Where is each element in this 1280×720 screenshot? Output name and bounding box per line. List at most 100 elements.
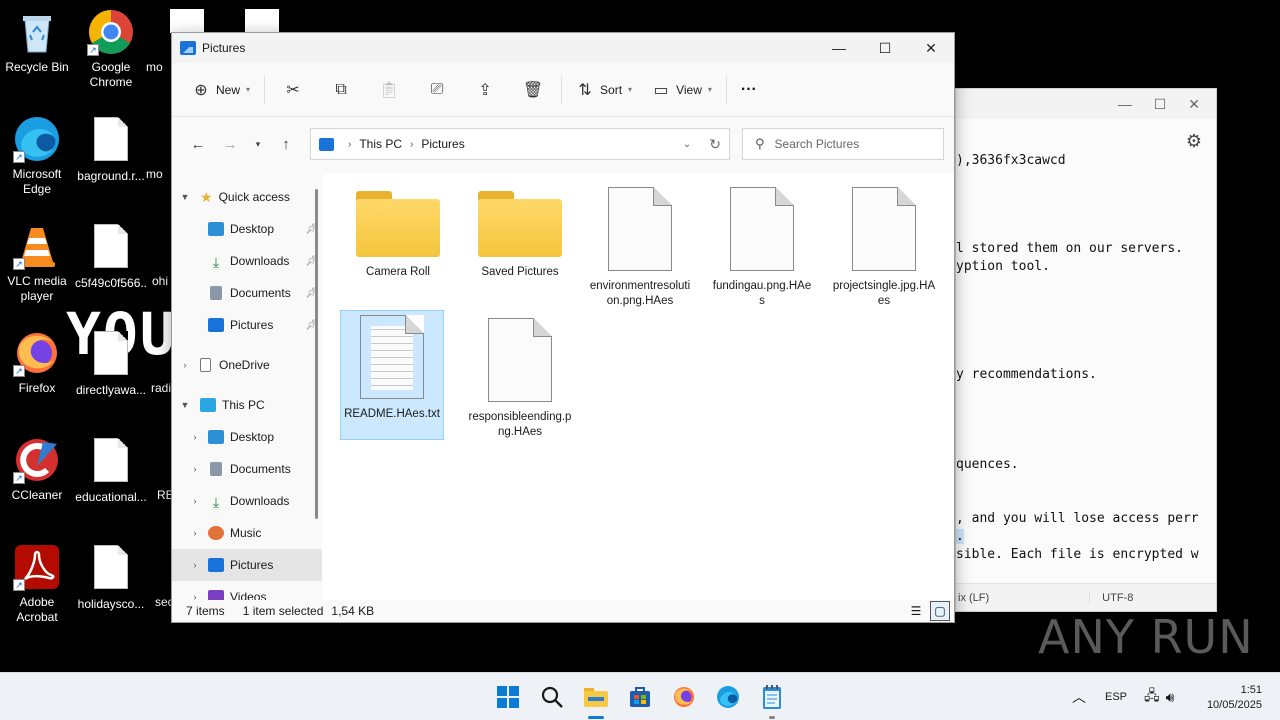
share-button[interactable]: ⇪: [461, 74, 509, 106]
desktop-icon-label: Adobe Acrobat: [16, 595, 58, 624]
desktop-icon-edge[interactable]: ↗ Microsoft Edge: [1, 115, 73, 197]
nav-pc-videos[interactable]: › Videos: [172, 581, 322, 600]
up-button[interactable]: ↑: [270, 136, 302, 153]
rename-button[interactable]: ⎚: [413, 74, 461, 106]
chevron-down-icon[interactable]: ⌄: [683, 139, 691, 150]
desktop-icon-file[interactable]: c5f49c0f566...: [75, 222, 147, 291]
file-item[interactable]: environmentresolution.png.HAes: [588, 183, 692, 309]
delete-button[interactable]: 🗑︎: [509, 74, 557, 106]
taskbar-search-button[interactable]: [536, 681, 568, 713]
search-icon: ⚲: [755, 136, 765, 151]
taskbar-store[interactable]: [624, 681, 656, 713]
notepad-icon: [763, 685, 781, 709]
desktop-icon-firefox[interactable]: ↗ Firefox: [1, 329, 73, 396]
sort-button[interactable]: ⇅ Sort ▾: [566, 74, 642, 106]
large-icons-view-icon[interactable]: ▢: [930, 601, 950, 621]
file-explorer-window[interactable]: Pictures — ☐ ✕ ⊕ New ▾ ✂ ⧉ 📋︎ ⎚ ⇪ 🗑︎ ⇅ S…: [171, 32, 955, 623]
nav-qa-desktop[interactable]: Desktop 📌︎: [172, 213, 322, 245]
maximize-button[interactable]: ☐: [862, 33, 908, 63]
clock[interactable]: 1:51 10/05/2025: [1207, 683, 1262, 713]
document-icon[interactable]: [170, 9, 204, 33]
file-item-selected[interactable]: README.HAes.txt: [340, 310, 444, 440]
system-tray-icons[interactable]: 🖧︎ 🔊︎: [1144, 673, 1174, 720]
refresh-icon[interactable]: ↻: [709, 136, 721, 153]
nav-onedrive[interactable]: › OneDrive: [172, 349, 322, 381]
search-input[interactable]: ⚲ Search Pictures: [742, 128, 944, 160]
file-item-folder[interactable]: Camera Roll: [346, 183, 450, 280]
close-icon[interactable]: ✕: [1188, 96, 1200, 113]
taskbar-explorer[interactable]: [580, 681, 612, 719]
maximize-icon[interactable]: ☐: [1154, 96, 1167, 113]
view-button[interactable]: ▭ View ▾: [642, 74, 722, 106]
recent-locations-button[interactable]: ▾: [246, 139, 270, 150]
file-item-folder[interactable]: Saved Pictures: [468, 183, 572, 280]
shortcut-arrow-icon: ↗: [13, 365, 25, 377]
desktop-icon-vlc[interactable]: ↗ VLC media player: [1, 222, 73, 304]
chevron-right-icon: ›: [193, 464, 197, 474]
notepad-line: yption tool.: [956, 259, 1050, 274]
search-icon: [541, 686, 563, 708]
taskbar-firefox[interactable]: [668, 681, 700, 713]
file-view[interactable]: Camera Roll Saved Pictures environmentre…: [322, 173, 954, 600]
details-view-icon[interactable]: ☰: [906, 601, 926, 621]
desktop-icon-file[interactable]: directlyawa...: [75, 329, 147, 398]
language-indicator[interactable]: ESP: [1105, 673, 1127, 720]
desktop-icon-acrobat[interactable]: ↗ Adobe Acrobat: [1, 543, 73, 625]
taskbar-edge[interactable]: [712, 681, 744, 713]
nav-pc-music[interactable]: › Music: [172, 517, 322, 549]
nav-this-pc[interactable]: ▼ This PC: [172, 389, 322, 421]
document-icon[interactable]: [245, 9, 279, 33]
document-icon: [87, 117, 135, 165]
desktop-icon-file[interactable]: holidaysco...: [75, 543, 147, 612]
sort-label: Sort: [600, 82, 623, 97]
notepad-text-area[interactable]: ),3636fx3cawcd l stored them on our serv…: [956, 149, 1216, 589]
breadcrumb-this-pc[interactable]: This PC: [359, 137, 402, 151]
file-item[interactable]: responsibleending.png.HAes: [468, 314, 572, 440]
desktop-icon-file[interactable]: baground.r...: [75, 115, 147, 184]
nav-pc-desktop[interactable]: › Desktop: [172, 421, 322, 453]
nav-pc-documents[interactable]: › Documents: [172, 453, 322, 485]
tray-overflow-button[interactable]: ︿: [1072, 673, 1086, 720]
desktop-icon-file[interactable]: educational...: [75, 436, 147, 505]
nav-quick-access[interactable]: ▼ ★ Quick access: [172, 181, 322, 213]
nav-pc-downloads[interactable]: › ⤓ Downloads: [172, 485, 322, 517]
start-button[interactable]: [492, 681, 524, 713]
file-item[interactable]: fundingau.png.HAes: [710, 183, 814, 309]
nav-pc-pictures[interactable]: › Pictures: [172, 549, 322, 581]
file-icon: [200, 358, 211, 372]
taskbar-notepad[interactable]: [756, 681, 788, 719]
nav-qa-documents[interactable]: Documents 📌︎: [172, 277, 322, 309]
explorer-titlebar[interactable]: Pictures — ☐ ✕: [172, 33, 954, 63]
text-file-icon: [360, 315, 424, 399]
desktop-icon-chrome[interactable]: ↗ Google Chrome: [75, 8, 147, 90]
back-button[interactable]: ←: [182, 136, 214, 153]
address-bar[interactable]: › This PC › Pictures ⌄ ↻: [310, 128, 730, 160]
documents-icon: [210, 286, 222, 300]
nav-qa-downloads[interactable]: ⤓ Downloads 📌︎: [172, 245, 322, 277]
paste-button[interactable]: 📋︎: [365, 74, 413, 106]
close-button[interactable]: ✕: [908, 33, 954, 63]
file-name: README.HAes.txt: [344, 408, 440, 420]
more-options-button[interactable]: ···: [731, 74, 767, 106]
file-name: fundingau.png.HAes: [712, 280, 812, 307]
file-item[interactable]: projectsingle.jpg.HAes: [832, 183, 936, 309]
copy-button[interactable]: ⧉: [317, 74, 365, 106]
desktop-icon-ccleaner[interactable]: ↗ CCleaner: [1, 436, 73, 503]
desktop-icon-recycle-bin[interactable]: Recycle Bin: [1, 8, 73, 75]
minimize-icon[interactable]: —: [1118, 96, 1132, 112]
desktop-icon-label: directlyawa...: [75, 383, 147, 397]
acrobat-icon: ↗: [13, 543, 61, 591]
new-button[interactable]: ⊕ New ▾: [182, 74, 260, 106]
minimize-button[interactable]: —: [816, 33, 862, 63]
notepad-window[interactable]: — ☐ ✕ ⚙ ),3636fx3cawcd l stored them on …: [955, 88, 1217, 612]
forward-button[interactable]: →: [214, 136, 246, 153]
breadcrumb-pictures[interactable]: Pictures: [421, 137, 464, 151]
shortcut-arrow-icon: ↗: [13, 579, 25, 591]
chevron-down-icon: ▾: [246, 85, 251, 94]
navigation-pane[interactable]: ▼ ★ Quick access Desktop 📌︎ ⤓ Downloads …: [172, 173, 322, 600]
nav-qa-pictures[interactable]: Pictures 📌︎: [172, 309, 322, 341]
computer-icon: [200, 398, 216, 412]
nav-scrollbar[interactable]: [315, 189, 318, 519]
cut-button[interactable]: ✂: [269, 74, 317, 106]
videos-icon: [208, 590, 224, 600]
